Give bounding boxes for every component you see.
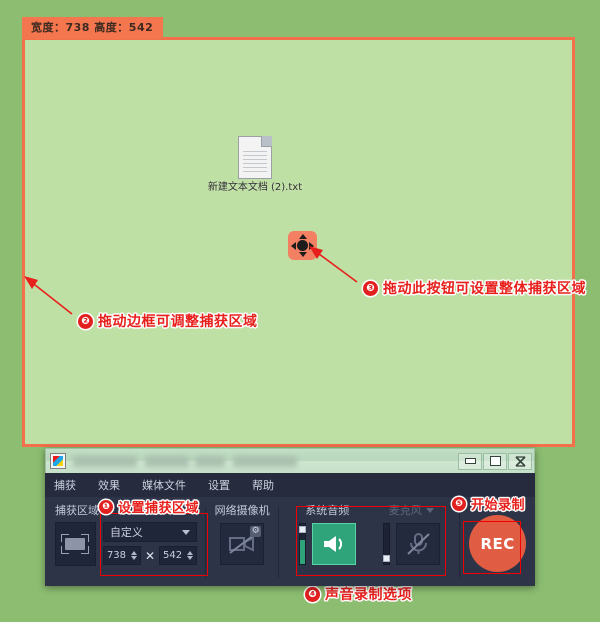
annotation-4: ❹ 声音录制选项 — [305, 584, 412, 604]
select-capture-area-button[interactable] — [55, 522, 96, 566]
annotation-3-text: 拖动此按钮可设置整体捕获区域 — [383, 281, 586, 297]
height-stepper-icon[interactable] — [187, 551, 193, 560]
screen-recorder-window[interactable]: 捕获 效果 媒体文件 设置 帮助 捕获区域 自定义 738 ✕ 542 网络摄像… — [45, 448, 535, 586]
record-button[interactable]: REC — [469, 515, 527, 572]
annotation-1-number: ❶ — [99, 499, 113, 514]
window-title-redacted — [73, 455, 457, 467]
annotation-2: ❷ 拖动边框可调整捕获区域 — [78, 311, 258, 331]
crop-frame-icon — [61, 534, 90, 554]
dimension-separator: ✕ — [144, 548, 155, 563]
capture-height-input[interactable]: 542 — [159, 546, 197, 565]
menu-item-capture[interactable]: 捕获 — [54, 477, 76, 493]
speaker-on-icon — [323, 536, 342, 552]
maximize-button[interactable] — [483, 452, 507, 470]
capture-width-input[interactable]: 738 — [102, 546, 141, 565]
capture-width-value: 738 — [106, 550, 127, 561]
system-audio-volume-slider[interactable] — [298, 523, 306, 565]
annotation-4-number: ❹ — [305, 586, 320, 602]
microphone-label: 麦克风 — [388, 504, 422, 517]
menu-item-media-files[interactable]: 媒体文件 — [142, 477, 186, 493]
close-icon — [514, 455, 526, 467]
capture-height-value: 542 — [163, 550, 183, 561]
microphone-toggle-button[interactable] — [395, 523, 440, 565]
record-panel: REC — [460, 501, 535, 586]
menu-item-settings[interactable]: 设置 — [208, 477, 230, 493]
annotation-5-text: 开始录制 — [471, 498, 526, 513]
minimize-button[interactable] — [458, 452, 482, 470]
minimize-icon — [464, 458, 476, 464]
width-stepper-icon[interactable] — [130, 551, 137, 560]
close-button[interactable] — [508, 452, 532, 470]
annotation-1: ❶ 设置捕获区域 — [99, 497, 199, 516]
annotation-1-text: 设置捕获区域 — [118, 501, 200, 516]
annotation-5: ❺ 开始录制 — [452, 494, 525, 513]
gear-icon[interactable]: ⚙ — [250, 526, 262, 537]
audio-panel: 系统音频 麦克风 — [279, 501, 459, 586]
chevron-down-icon[interactable] — [425, 508, 434, 513]
capture-preset-dropdown[interactable]: 自定义 — [102, 522, 197, 542]
webcam-toggle-button[interactable]: ⚙ — [220, 523, 265, 565]
annotation-4-text: 声音录制选项 — [325, 587, 412, 603]
webcam-label: 网络摄像机 — [214, 504, 270, 517]
system-audio-label: 系统音频 — [305, 504, 350, 517]
microphone-off-icon — [407, 533, 430, 555]
system-audio-toggle-button[interactable] — [311, 523, 356, 565]
system-audio-unit: 系统音频 — [285, 501, 369, 565]
menu-item-effects[interactable]: 效果 — [98, 477, 120, 493]
webcam-panel: 网络摄像机 ⚙ — [206, 501, 278, 586]
annotation-3-number: ❸ — [363, 280, 378, 296]
app-logo-icon — [50, 453, 66, 469]
microphone-volume-slider[interactable] — [382, 523, 390, 565]
menu-item-help[interactable]: 帮助 — [252, 477, 274, 493]
microphone-unit: 麦克风 — [369, 501, 453, 565]
microphone-label-row: 麦克风 — [369, 501, 453, 520]
annotation-5-number: ❺ — [452, 496, 466, 511]
capture-preset-value: 自定义 — [109, 526, 143, 539]
annotation-3: ❸ 拖动此按钮可设置整体捕获区域 — [363, 278, 586, 298]
chevron-down-icon — [181, 529, 190, 535]
window-title-bar[interactable] — [45, 448, 535, 473]
maximize-icon — [489, 456, 501, 466]
annotation-2-text: 拖动边框可调整捕获区域 — [98, 314, 258, 330]
annotation-2-number: ❷ — [78, 313, 93, 329]
